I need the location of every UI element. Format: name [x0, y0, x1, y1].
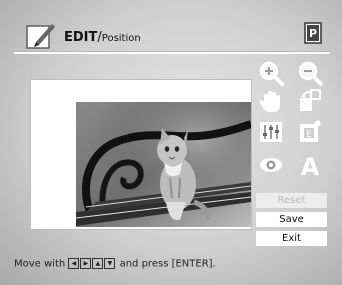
rotate-icon[interactable] [297, 88, 323, 114]
exit-button[interactable]: Exit [256, 231, 327, 246]
text-icon[interactable]: A [297, 152, 323, 178]
pencil-edit-icon [26, 24, 55, 49]
reset-button[interactable]: Reset [256, 193, 327, 208]
save-button[interactable]: Save [256, 212, 327, 227]
svg-text:E: E [306, 130, 312, 140]
svg-text:A: A [301, 153, 320, 178]
red-eye-icon[interactable] [258, 152, 284, 178]
screen-title: EDIT/Position [64, 30, 141, 45]
frame-icon[interactable]: E [297, 119, 323, 145]
zoom-out-icon[interactable] [297, 60, 323, 86]
hand-move-icon[interactable] [258, 88, 284, 114]
zoom-in-icon[interactable] [258, 60, 284, 86]
print-preview-icon[interactable]: P [304, 22, 322, 44]
footer-text-after: and press [ENTER]. [119, 258, 216, 270]
title-main: EDIT [64, 30, 98, 45]
arrow-up-key-icon: ▲ [92, 258, 104, 269]
arrow-left-key-icon: ◀ [68, 258, 80, 269]
arrow-keys-icon: ◀ ▶ ▲ ▼ [68, 258, 116, 270]
header-divider [14, 51, 330, 54]
footer-hint: Move with ◀ ▶ ▲ ▼ and press [ENTER]. [14, 258, 216, 270]
photo-cat-on-bench[interactable] [76, 102, 251, 227]
footer-text-before: Move with [14, 258, 66, 270]
arrow-down-key-icon: ▼ [104, 258, 116, 269]
svg-text:P: P [309, 27, 317, 40]
arrow-right-key-icon: ▶ [80, 258, 92, 269]
title-sub: Position [101, 33, 141, 44]
adjust-sliders-icon[interactable] [258, 119, 284, 145]
